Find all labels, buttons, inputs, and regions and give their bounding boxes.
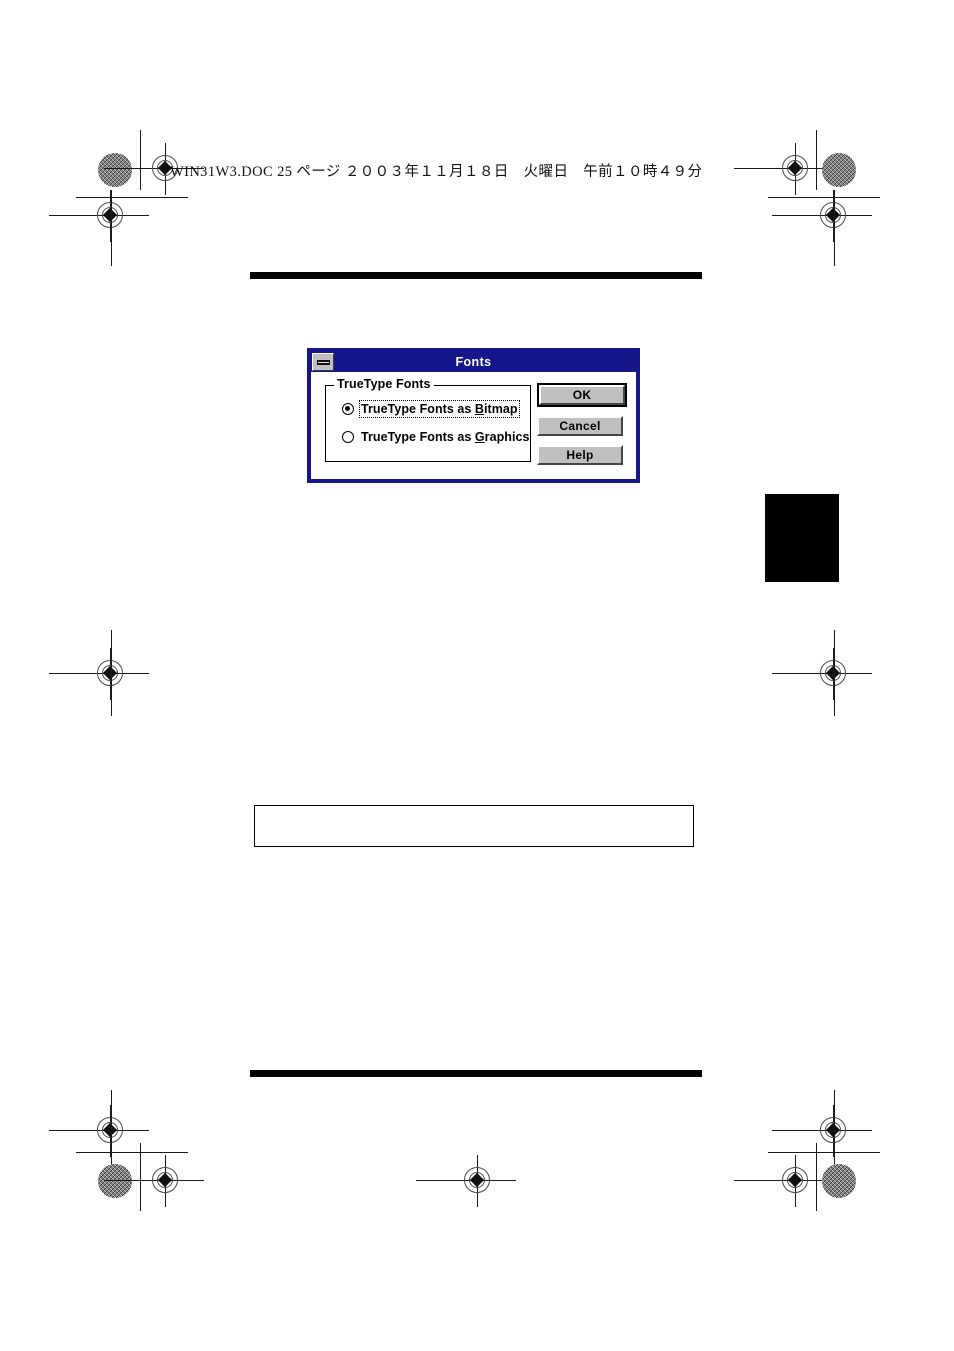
halftone-dot-top-left xyxy=(98,153,132,187)
trim-line-bottom-right-v xyxy=(816,1143,817,1211)
ok-button-default-frame: OK xyxy=(537,383,627,407)
truetype-fonts-group: TrueType Fonts TrueType Fonts as Bitmap … xyxy=(325,377,531,462)
trim-line-top-left-v xyxy=(140,130,141,190)
trim-line-lower-left-h xyxy=(76,1152,188,1153)
page-tab-marker xyxy=(765,494,839,582)
radio-truetype-as-graphics-label: TrueType Fonts as Graphics xyxy=(361,430,530,444)
fonts-dialog[interactable]: Fonts TrueType Fonts TrueType Fonts as B… xyxy=(307,348,640,483)
trim-line-lower-left-v xyxy=(111,1090,112,1168)
radio-truetype-as-bitmap[interactable]: TrueType Fonts as Bitmap xyxy=(342,399,521,419)
dialog-title-bar: Fonts xyxy=(311,352,636,373)
footer-rule xyxy=(250,1070,702,1077)
trim-line-upper-right-v xyxy=(834,190,835,266)
ok-button[interactable]: OK xyxy=(539,385,625,405)
registration-mark-bottom-right xyxy=(734,1155,834,1207)
radio-selected-icon[interactable] xyxy=(342,403,354,415)
accelerator-letter-b: B xyxy=(474,402,484,416)
dialog-button-column: OK Cancel Help xyxy=(537,383,627,465)
registration-mark-upper-left xyxy=(49,190,149,242)
note-box xyxy=(254,805,694,847)
trim-line-lower-right-h xyxy=(768,1152,880,1153)
help-button-frame: Help xyxy=(537,445,627,465)
help-button[interactable]: Help xyxy=(537,445,623,465)
scanned-manual-page: WIN31W3.DOC 25 ページ ２００３年１１月１８日 火曜日 午前１０時… xyxy=(0,0,954,1351)
trim-line-bottom-left-v xyxy=(140,1143,141,1211)
trim-line-upper-right-h xyxy=(768,197,880,198)
document-header-line: WIN31W3.DOC 25 ページ ２００３年１１月１８日 火曜日 午前１０時… xyxy=(170,164,703,180)
halftone-dot-bottom-left xyxy=(98,1164,132,1198)
dialog-title: Fonts xyxy=(455,355,492,369)
registration-mark-lower-right xyxy=(772,1105,872,1157)
truetype-fonts-group-label: TrueType Fonts xyxy=(334,377,434,391)
registration-mark-bottom-left xyxy=(104,1155,204,1207)
halftone-dot-bottom-right xyxy=(822,1164,856,1198)
trim-line-upper-left-v xyxy=(111,190,112,266)
trim-line-top-right-v xyxy=(816,130,817,190)
radio-unselected-icon[interactable] xyxy=(342,431,354,443)
header-rule xyxy=(250,272,702,279)
cancel-button-frame: Cancel xyxy=(537,416,627,436)
registration-mark-top-right xyxy=(734,143,834,195)
minimize-bar-glyph xyxy=(316,359,330,365)
trim-line-upper-left-h xyxy=(76,197,188,198)
cancel-button[interactable]: Cancel xyxy=(537,416,623,436)
radio-truetype-as-bitmap-label: TrueType Fonts as Bitmap xyxy=(358,399,521,419)
trim-line-lower-right-v xyxy=(834,1090,835,1168)
accelerator-letter-g: G xyxy=(474,430,485,444)
registration-mark-middle-left xyxy=(49,648,149,700)
system-menu-icon[interactable] xyxy=(312,353,334,371)
radio-truetype-as-graphics[interactable]: TrueType Fonts as Graphics xyxy=(342,430,530,444)
trim-line-middle-left-v xyxy=(111,630,112,716)
trim-line-middle-right-v xyxy=(834,630,835,716)
registration-mark-lower-left xyxy=(49,1105,149,1157)
registration-mark-middle-right xyxy=(772,648,872,700)
halftone-dot-top-right xyxy=(822,153,856,187)
registration-mark-upper-right xyxy=(772,190,872,242)
dialog-body: TrueType Fonts TrueType Fonts as Bitmap … xyxy=(311,373,636,479)
registration-mark-bottom-center xyxy=(416,1155,516,1207)
